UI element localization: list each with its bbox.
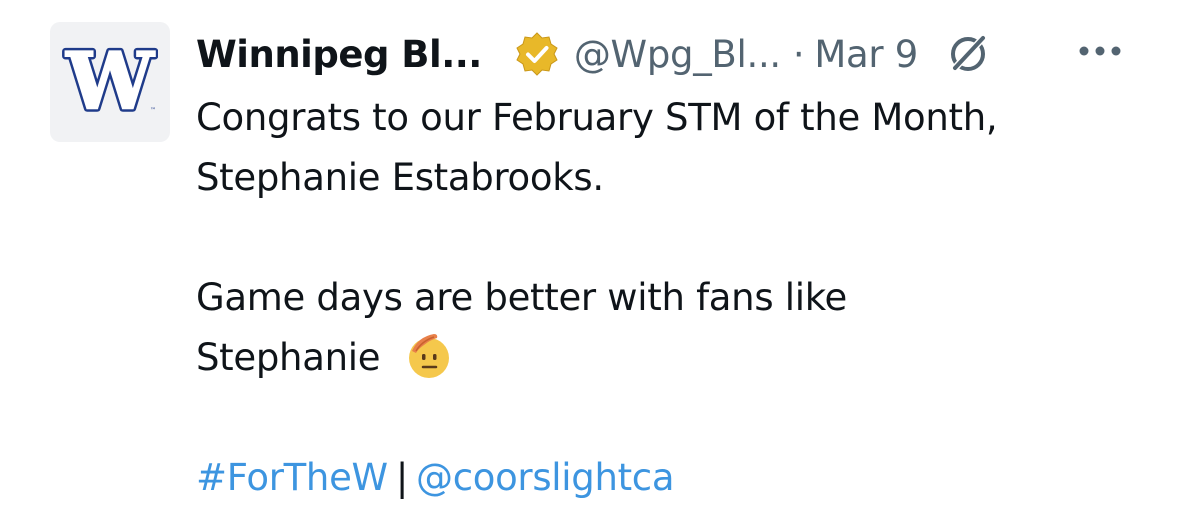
more-options-icon[interactable] [1076, 36, 1124, 66]
tweet-text: Congrats to our February STM of the Mont… [196, 88, 1156, 508]
avatar[interactable]: W W ™ [50, 22, 170, 142]
mention-link[interactable]: @coorslightca [416, 456, 675, 499]
display-name[interactable]: Winnipeg Bl... [196, 33, 482, 76]
avatar-letter-inner: W [65, 42, 155, 122]
tweet-links: #ForTheW | @coorslightca [196, 448, 1156, 508]
tweet[interactable]: W W ™ Winnipeg Bl... @Wpg_Bl... · Mar 9 [0, 0, 1179, 518]
tweet-line-2: Stephanie Estabrooks. [196, 156, 604, 199]
tweet-line-1: Congrats to our February STM of the Mont… [196, 96, 998, 139]
tweet-line-4-wrap: Stephanie [196, 328, 1156, 388]
pipe-separator: | [395, 456, 408, 499]
tweet-line-3: Game days are better with fans like [196, 276, 847, 319]
grok-icon[interactable] [946, 32, 990, 76]
tweet-line-4: Stephanie [196, 336, 381, 379]
tweet-header: Winnipeg Bl... @Wpg_Bl... · Mar 9 [196, 26, 990, 82]
separator-dot: · [792, 32, 805, 76]
saluting-face-emoji [404, 331, 454, 381]
tweet-date[interactable]: Mar 9 [814, 33, 918, 76]
team-logo-icon: W W ™ [62, 42, 158, 122]
svg-text:™: ™ [150, 107, 156, 114]
hashtag-link[interactable]: #ForTheW [196, 456, 388, 499]
verified-badge-icon[interactable] [514, 31, 560, 77]
handle[interactable]: @Wpg_Bl... [574, 33, 781, 76]
